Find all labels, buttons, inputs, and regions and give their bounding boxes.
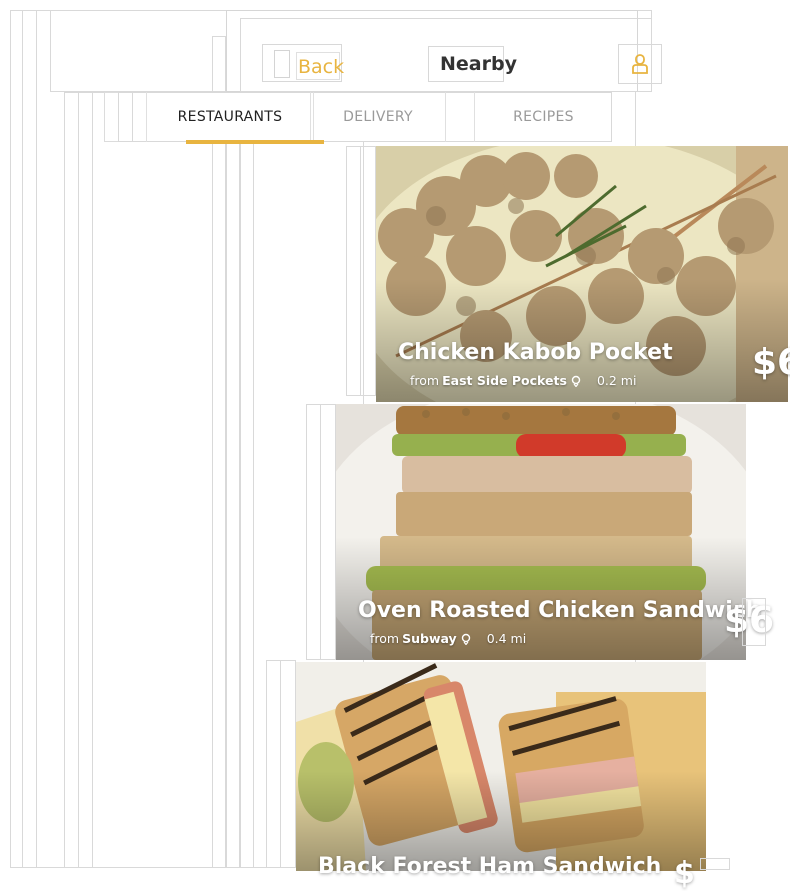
- ghost-frame: [226, 36, 240, 868]
- item-source: from East Side Pockets 0.2 mi: [410, 373, 636, 388]
- ghost-frame: [240, 36, 254, 868]
- user-icon: [632, 54, 648, 74]
- item-title: Oven Roasted Chicken Sandwich: [358, 598, 762, 623]
- item-title: Black Forest Ham Sandwich: [318, 854, 662, 879]
- from-prefix: from: [370, 631, 400, 646]
- distance: 0.2 mi: [596, 373, 637, 388]
- from-prefix: from: [410, 373, 440, 388]
- tab-recipes[interactable]: RECIPES: [474, 92, 612, 142]
- distance: 0.4 mi: [486, 631, 527, 646]
- ghost-frame: [320, 404, 336, 660]
- item-price: $: [674, 856, 695, 891]
- ghost-frame: [280, 660, 296, 868]
- ghost-frame: [360, 146, 376, 396]
- ghost-frame: [742, 598, 766, 646]
- food-card[interactable]: [296, 662, 706, 871]
- location-pin-icon: [571, 375, 581, 387]
- tab-restaurants[interactable]: RESTAURANTS: [146, 92, 314, 142]
- active-tab-indicator: [186, 140, 324, 144]
- tab-delivery[interactable]: DELIVERY: [310, 92, 446, 142]
- restaurant-name[interactable]: Subway: [402, 631, 457, 646]
- item-price: $6: [752, 342, 790, 383]
- back-arrow-icon: [274, 50, 290, 78]
- item-source: from Subway 0.4 mi: [370, 631, 526, 646]
- profile-button[interactable]: [618, 44, 662, 84]
- item-title: Chicken Kabob Pocket: [398, 340, 673, 365]
- location-pin-icon: [461, 633, 470, 645]
- back-label[interactable]: Back: [296, 52, 344, 80]
- ghost-frame: [700, 858, 730, 870]
- page-title: Nearby: [440, 53, 517, 75]
- restaurant-name[interactable]: East Side Pockets: [442, 373, 567, 388]
- ghost-frame: [212, 36, 226, 868]
